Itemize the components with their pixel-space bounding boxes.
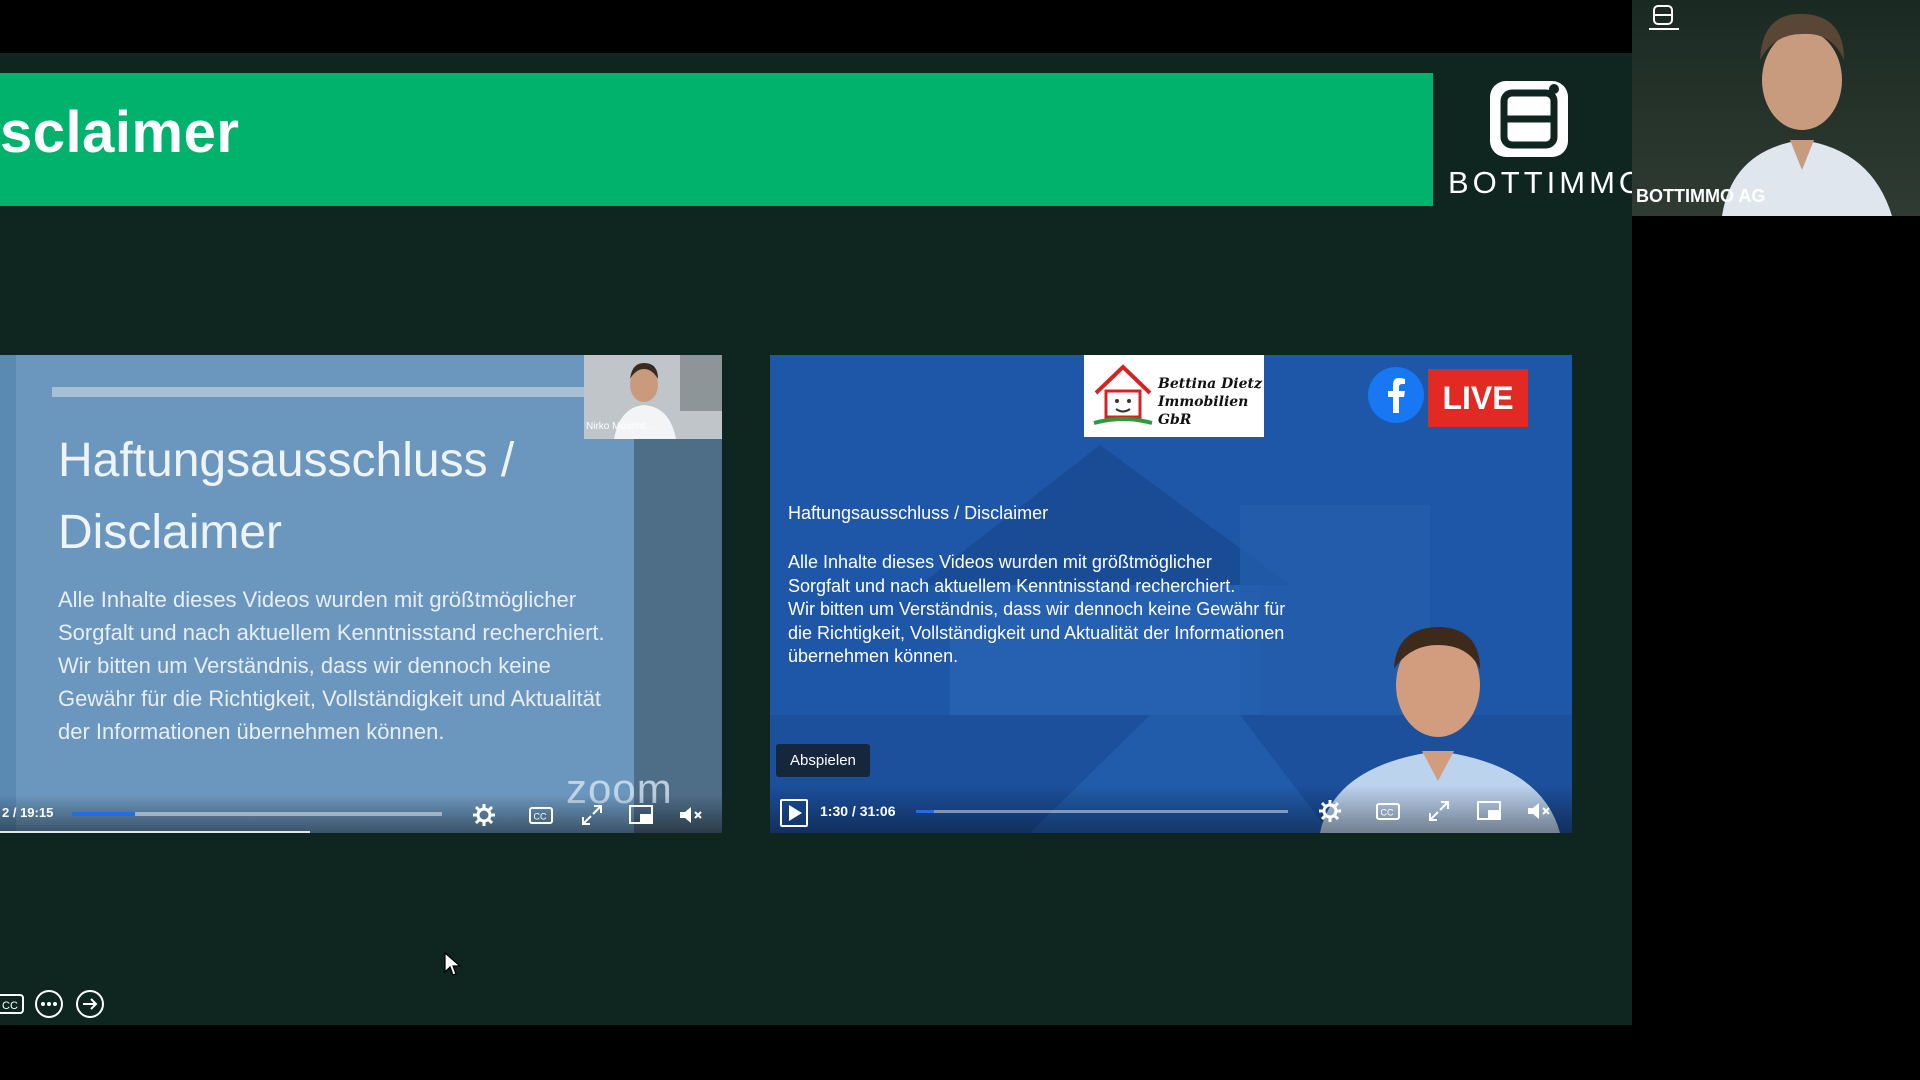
left-video-slide: Haftungsausschluss / Disclaimer Alle Inh… xyxy=(16,355,634,833)
svg-text:CC: CC xyxy=(534,812,547,822)
right-video-time: 1:30 / 31:06 xyxy=(820,803,896,819)
left-video-pip-label: Nirko Mosent... xyxy=(586,421,654,432)
left-video-body: Alle Inhalte dieses Videos wurden mit gr… xyxy=(58,587,605,744)
captions-icon[interactable]: CC xyxy=(527,801,555,829)
svg-text:CC: CC xyxy=(1381,808,1394,818)
bottimmo-logo-icon xyxy=(1490,81,1568,157)
presenter-camera: BOTTIMMO AG xyxy=(1632,0,1920,216)
slide-title-band: sclaimer xyxy=(0,73,1433,206)
left-video-title: Haftungsausschluss / Disclaimer xyxy=(58,434,515,559)
right-video-body: Alle Inhalte dieses Videos wurden mit gr… xyxy=(788,551,1348,669)
next-icon[interactable] xyxy=(74,988,106,1020)
house-logo-icon xyxy=(1093,364,1153,425)
left-video-time: 2 / 19:15 xyxy=(2,805,54,820)
left-video-underline xyxy=(0,831,310,833)
left-video-player[interactable]: Haftungsausschluss / Disclaimer Alle Inh… xyxy=(0,355,722,833)
left-video-slide-bar xyxy=(52,387,602,397)
play-button[interactable] xyxy=(780,799,808,827)
body-line: Alle Inhalte dieses Videos wurden mit gr… xyxy=(788,552,1212,572)
sign-line-2: Immobilien GbR xyxy=(1158,394,1249,428)
fullscreen-icon[interactable] xyxy=(1425,797,1453,825)
facebook-icon xyxy=(1368,367,1424,423)
play-tooltip: Abspielen xyxy=(776,744,870,777)
mouse-cursor-icon xyxy=(444,952,462,976)
fullscreen-icon[interactable] xyxy=(578,801,606,829)
real-estate-sign: Bettina Dietz Immobilien GbR xyxy=(1084,355,1264,437)
right-video-progress-fill xyxy=(916,810,934,813)
pip-icon[interactable] xyxy=(627,801,655,829)
left-video-progress-fill xyxy=(72,812,135,816)
left-video-pip-camera: Nirko Mosent... xyxy=(584,355,722,439)
mute-icon[interactable] xyxy=(1524,797,1552,825)
right-video-controls: 1:30 / 31:06 CC xyxy=(770,785,1572,833)
left-video-progress-bar[interactable] xyxy=(72,812,442,816)
brand-wordmark: BOTTIMMO xyxy=(1448,165,1648,200)
mute-icon[interactable] xyxy=(676,801,704,829)
sign-text: Bettina Dietz Immobilien GbR xyxy=(1158,375,1264,429)
sign-line-1: Bettina Dietz xyxy=(1158,376,1262,392)
presenter-name-label: BOTTIMMO AG xyxy=(1636,186,1766,206)
settings-icon[interactable] xyxy=(1316,797,1344,825)
presenter-silhouette xyxy=(1722,13,1892,216)
body-line: Wir bitten um Verständnis, dass wir denn… xyxy=(788,599,1286,619)
bottimmo-mini-logo-icon xyxy=(1649,5,1679,30)
right-video-player[interactable]: Bettina Dietz Immobilien GbR LIVE Haftun… xyxy=(770,355,1572,833)
live-badge: LIVE xyxy=(1428,369,1528,427)
play-icon xyxy=(789,805,802,821)
captions-icon[interactable]: CC xyxy=(0,988,26,1020)
body-line: Sorgfalt und nach aktuellem Kenntnisstan… xyxy=(788,575,1236,596)
slide-title: sclaimer xyxy=(0,100,240,165)
right-video-progress-bar[interactable] xyxy=(916,810,1288,813)
right-video-title: Haftungsausschluss / Disclaimer xyxy=(788,503,1049,523)
brand-logo-block: BOTTIMMO xyxy=(1436,73,1643,206)
body-line: übernehmen können. xyxy=(788,646,959,666)
pip-icon[interactable] xyxy=(1475,797,1503,825)
captions-icon[interactable]: CC xyxy=(1374,797,1402,825)
left-video-controls: 2 / 19:15 CC xyxy=(0,795,722,833)
more-icon[interactable] xyxy=(33,988,65,1020)
settings-icon[interactable] xyxy=(470,801,498,829)
svg-text:CC: CC xyxy=(2,1000,18,1012)
body-line: die Richtigkeit, Vollständigkeit und Akt… xyxy=(788,622,1285,643)
